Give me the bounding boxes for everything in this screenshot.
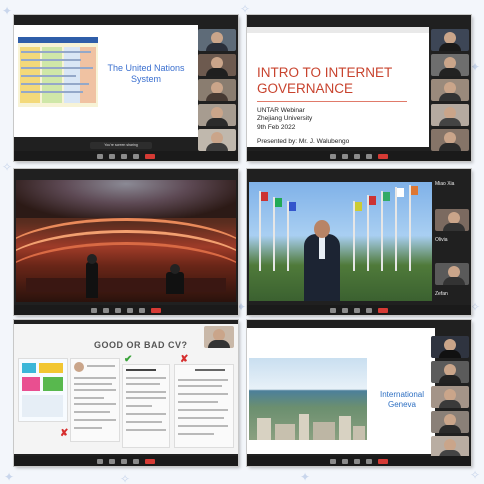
title-divider xyxy=(257,101,407,102)
cv-example-colorful xyxy=(18,358,68,422)
zoom-window-cv: GOOD OR BAD CV? ✘ ✔ ✘ xyxy=(14,320,238,466)
shared-slide: GOOD OR BAD CV? ✘ ✔ ✘ xyxy=(14,324,238,454)
cv-example-plain xyxy=(70,358,120,442)
participant-tile[interactable] xyxy=(204,326,234,348)
mic-icon[interactable] xyxy=(97,153,103,159)
mic-icon[interactable] xyxy=(330,458,336,464)
chat-icon[interactable] xyxy=(133,458,139,464)
participant-tile[interactable] xyxy=(431,411,469,433)
participant-tile[interactable] xyxy=(431,29,469,51)
end-meeting-icon[interactable] xyxy=(378,307,388,313)
zoom-window-geneva-video: Miao Xia Olivia Zefan xyxy=(247,169,471,315)
meeting-toolbar xyxy=(14,305,238,315)
video-icon[interactable] xyxy=(342,307,348,313)
cv-example-plain xyxy=(122,364,170,448)
chat-icon[interactable] xyxy=(366,153,372,159)
mic-icon[interactable] xyxy=(97,458,103,464)
share-icon[interactable] xyxy=(366,307,372,313)
participant-gallery xyxy=(431,336,469,458)
meeting-toolbar xyxy=(14,456,238,466)
mic-icon[interactable] xyxy=(91,307,97,313)
participants-icon[interactable] xyxy=(354,458,360,464)
slide-title: GOOD OR BAD CV? xyxy=(94,340,188,350)
participant-gallery xyxy=(431,29,469,151)
mic-icon[interactable] xyxy=(330,153,336,159)
zoom-window-chamber xyxy=(14,169,238,315)
slide-title: International Geneva xyxy=(379,390,425,409)
meeting-toolbar xyxy=(247,456,471,466)
participant-tile[interactable] xyxy=(198,129,236,151)
slide-subtitle: UNTAR Webinar Zhejiang University 9th Fe… xyxy=(257,107,313,131)
cv-example-plain xyxy=(174,364,234,448)
participants-icon[interactable] xyxy=(354,307,360,313)
slide-title: The United Nations System xyxy=(107,63,185,85)
chat-icon[interactable] xyxy=(366,458,372,464)
participant-tile[interactable] xyxy=(431,54,469,76)
video-icon[interactable] xyxy=(109,458,115,464)
participant-tile[interactable] xyxy=(435,209,469,231)
chat-icon[interactable] xyxy=(133,153,139,159)
presenter-line: Presented by: Mr. J. Walubengo xyxy=(257,138,350,145)
participant-gallery xyxy=(198,29,236,151)
end-meeting-icon[interactable] xyxy=(151,307,161,313)
zoom-window-geneva: International Geneva xyxy=(247,320,471,466)
video-icon[interactable] xyxy=(103,307,109,313)
zoom-window-intro: INTRO TO INTERNET GOVERNANCE UNTAR Webin… xyxy=(247,15,471,161)
mic-icon[interactable] xyxy=(330,307,336,313)
geneva-aerial-photo xyxy=(249,358,367,440)
end-meeting-icon[interactable] xyxy=(145,458,155,464)
participants-icon[interactable] xyxy=(121,153,127,159)
participant-tile[interactable] xyxy=(198,54,236,76)
participant-tile[interactable] xyxy=(431,336,469,358)
meeting-toolbar xyxy=(247,151,471,161)
meeting-toolbar xyxy=(14,151,238,161)
end-meeting-icon[interactable] xyxy=(378,153,388,159)
participant-name[interactable]: Miao Xia xyxy=(435,181,469,209)
zoom-window-un-system: The United Nations System You're screen … xyxy=(14,15,238,161)
participant-list: Miao Xia Olivia Zefan xyxy=(435,181,469,297)
participant-tile[interactable] xyxy=(431,386,469,408)
video-icon[interactable] xyxy=(342,153,348,159)
shared-video-chamber xyxy=(16,180,236,302)
participant-name[interactable]: Olivia xyxy=(435,237,469,263)
participant-tile[interactable] xyxy=(431,361,469,383)
shared-video-speaker xyxy=(249,182,432,301)
meeting-toolbar xyxy=(247,305,471,315)
participant-tile[interactable] xyxy=(198,104,236,126)
participants-icon[interactable] xyxy=(115,307,121,313)
end-meeting-icon[interactable] xyxy=(145,153,155,159)
participant-tile[interactable] xyxy=(198,29,236,51)
shared-slide: International Geneva xyxy=(247,328,435,454)
shared-slide: INTRO TO INTERNET GOVERNANCE UNTAR Webin… xyxy=(247,27,429,147)
un-system-chart xyxy=(18,37,98,107)
share-icon[interactable] xyxy=(127,307,133,313)
participant-tile[interactable] xyxy=(435,263,469,285)
participant-tile[interactable] xyxy=(431,436,469,458)
shared-slide: The United Nations System xyxy=(14,25,198,137)
bad-cv-mark: ✘ xyxy=(60,428,69,439)
participant-tile[interactable] xyxy=(431,104,469,126)
participant-tile[interactable] xyxy=(431,79,469,101)
video-icon[interactable] xyxy=(109,153,115,159)
end-meeting-icon[interactable] xyxy=(378,458,388,464)
participants-icon[interactable] xyxy=(121,458,127,464)
participants-icon[interactable] xyxy=(354,153,360,159)
record-icon[interactable] xyxy=(139,307,145,313)
slide-title: INTRO TO INTERNET GOVERNANCE xyxy=(257,65,393,97)
screen-share-notice[interactable]: You're screen sharing xyxy=(90,142,152,149)
participant-tile[interactable] xyxy=(431,129,469,151)
participant-tile[interactable] xyxy=(198,79,236,101)
participant-name[interactable]: Zefan xyxy=(435,291,469,297)
video-icon[interactable] xyxy=(342,458,348,464)
